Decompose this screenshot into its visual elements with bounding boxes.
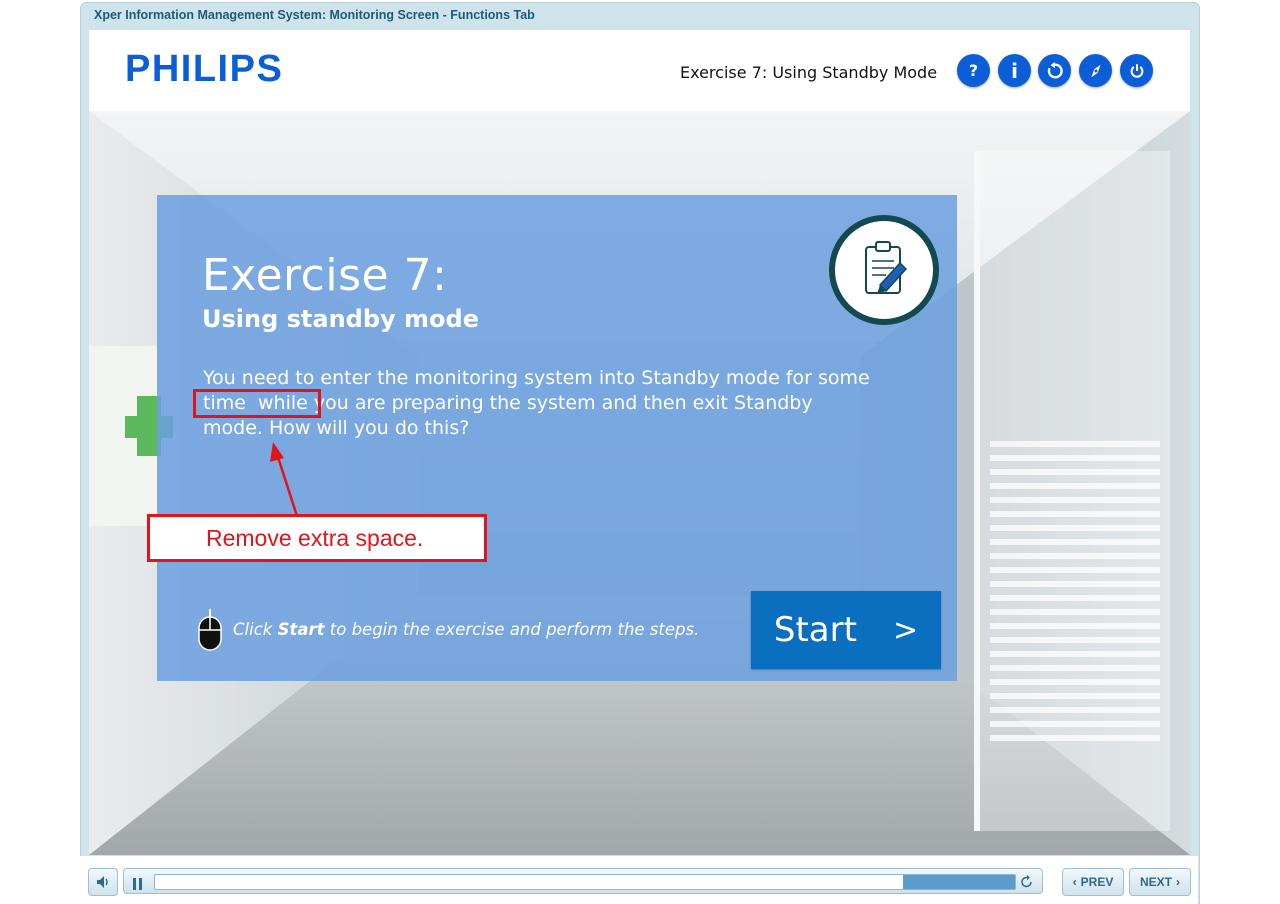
speaker-icon xyxy=(97,876,108,888)
restart-icon xyxy=(1047,61,1063,78)
chevron-right-icon: › xyxy=(1176,875,1180,889)
help-button[interactable]: ? xyxy=(957,54,990,87)
compass-button[interactable] xyxy=(1079,54,1112,87)
progress-bar[interactable] xyxy=(123,868,1043,894)
info-button[interactable]: i xyxy=(998,54,1031,87)
start-label: Start xyxy=(773,610,857,650)
power-button[interactable] xyxy=(1120,54,1153,87)
progress-track[interactable] xyxy=(154,874,1016,890)
next-button[interactable]: NEXT › xyxy=(1129,868,1191,896)
review-arrow xyxy=(270,442,299,517)
instruction-line: You need to enter the monitoring system … xyxy=(203,367,870,389)
pause-button[interactable] xyxy=(132,875,144,894)
start-hint: Click Start to begin the exercise and pe… xyxy=(233,620,699,639)
hint-start-word: Start xyxy=(277,620,325,639)
chevron-right-icon: > xyxy=(892,612,919,648)
pause-icon xyxy=(133,878,142,890)
clipboard-icon xyxy=(865,241,908,294)
review-callout: Remove extra space. xyxy=(147,514,487,562)
compass-icon xyxy=(1091,64,1100,77)
chevron-left-icon: ‹ xyxy=(1072,875,1077,889)
info-icon: i xyxy=(1011,58,1018,83)
instruction-line: mode. How will you do this? xyxy=(203,417,470,439)
prev-button[interactable]: ‹ PREV xyxy=(1062,868,1124,896)
replay-icon xyxy=(1021,875,1032,888)
exercise-heading: Exercise 7: xyxy=(202,250,448,301)
exercise-subheading: Using standby mode xyxy=(202,305,479,333)
philips-logo: PHILIPS xyxy=(125,48,284,90)
help-icon: ? xyxy=(968,61,979,80)
clipboard-badge xyxy=(829,215,939,325)
hint-prefix: Click xyxy=(233,620,273,639)
start-button[interactable]: Start > xyxy=(751,591,941,669)
hint-suffix: to begin the exercise and perform the st… xyxy=(329,620,700,639)
power-icon xyxy=(1130,63,1143,78)
exercise-title: Exercise 7: Using Standby Mode xyxy=(680,63,938,82)
mouse-icon xyxy=(198,609,222,651)
review-highlight-box xyxy=(193,389,321,418)
replay-button[interactable] xyxy=(1020,874,1034,893)
prev-label: PREV xyxy=(1080,875,1114,889)
mute-button[interactable] xyxy=(88,868,118,896)
restart-button[interactable] xyxy=(1038,54,1071,87)
window-title: Xper Information Management System: Moni… xyxy=(94,8,535,22)
progress-fill xyxy=(155,875,904,889)
next-label: NEXT xyxy=(1139,875,1172,889)
